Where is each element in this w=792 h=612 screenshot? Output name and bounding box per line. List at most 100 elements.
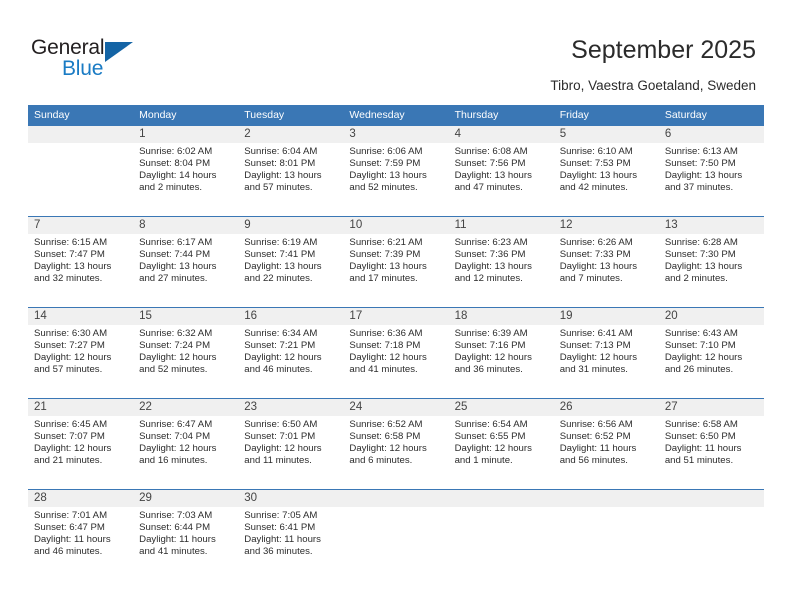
day-details: Sunrise: 6:19 AM Sunset: 7:41 PM Daylight:… xyxy=(238,234,343,285)
sunrise-time: Sunrise: 7:01 AM xyxy=(34,510,108,521)
day-details: Sunrise: 6:02 AM Sunset: 8:04 PM Daylight:… xyxy=(133,143,238,194)
daylight-duration-line2: and 26 minutes. xyxy=(664,364,734,376)
day-details: Sunrise: 6:56 AM Sunset: 6:52 PM Daylight:… xyxy=(554,416,659,467)
calendar-day-cell[interactable]: 4 Sunrise: 6:08 AM Sunset: 7:56 PM Daylight… xyxy=(448,126,554,217)
sunrise-time: Sunrise: 6:13 AM xyxy=(664,146,738,157)
calendar-day-cell[interactable]: 9 Sunrise: 6:19 AM Sunset: 7:41 PM Daylight… xyxy=(238,216,344,308)
day-cell-empty xyxy=(658,490,764,578)
daylight-duration-line1: Daylight: 13 hours xyxy=(244,170,322,182)
calendar-day-cell[interactable]: 11 Sunrise: 6:23 AM Sunset: 7:36 PM Dayligh… xyxy=(448,216,554,308)
weekday-header-monday: Monday xyxy=(133,105,239,126)
generalblue-logo[interactable]: General Blue xyxy=(31,36,151,82)
sunset-time: Sunset: 7:53 PM xyxy=(559,158,631,170)
calendar-day-cell[interactable]: 8 Sunrise: 6:17 AM Sunset: 7:44 PM Daylight… xyxy=(133,216,239,308)
day-details: Sunrise: 6:47 AM Sunset: 7:04 PM Daylight:… xyxy=(133,416,238,467)
calendar-day-cell[interactable]: 14 Sunrise: 6:30 AM Sunset: 7:27 PM Dayligh… xyxy=(28,307,134,399)
day-cell: 15 Sunrise: 6:32 AM Sunset: 7:24 PM Dayligh… xyxy=(133,308,239,396)
calendar-day-cell[interactable]: 13 Sunrise: 6:28 AM Sunset: 7:30 PM Dayligh… xyxy=(658,216,764,308)
calendar-day-cell[interactable]: 24 Sunrise: 6:52 AM Sunset: 6:58 PM Dayligh… xyxy=(343,398,449,490)
weekday-header-saturday: Saturday xyxy=(658,105,764,126)
day-number: 10 xyxy=(343,217,449,234)
calendar-day-cell[interactable]: 1 Sunrise: 6:02 AM Sunset: 8:04 PM Daylight… xyxy=(133,126,239,217)
calendar-day-cell[interactable]: 23 Sunrise: 6:50 AM Sunset: 7:01 PM Dayligh… xyxy=(238,398,344,490)
sunrise-time: Sunrise: 6:32 AM xyxy=(139,328,213,339)
sunset-time: Sunset: 7:36 PM xyxy=(454,249,526,261)
calendar-day-cell[interactable]: 27 Sunrise: 6:58 AM Sunset: 6:50 PM Dayligh… xyxy=(658,398,764,490)
sunset-time: Sunset: 7:01 PM xyxy=(244,431,316,443)
calendar-day-cell[interactable]: 18 Sunrise: 6:39 AM Sunset: 7:16 PM Dayligh… xyxy=(448,307,554,399)
calendar-day-cell[interactable]: 5 Sunrise: 6:10 AM Sunset: 7:53 PM Daylight… xyxy=(553,126,659,217)
sunrise-time: Sunrise: 6:17 AM xyxy=(139,237,213,248)
logo-text-blue: Blue xyxy=(62,57,104,80)
daylight-duration-line2: and 41 minutes. xyxy=(139,546,208,558)
calendar-day-cell[interactable]: 6 Sunrise: 6:13 AM Sunset: 7:50 PM Daylight… xyxy=(658,126,764,217)
sunrise-time: Sunrise: 6:10 AM xyxy=(559,146,633,157)
calendar-day-cell[interactable]: 21 Sunrise: 6:45 AM Sunset: 7:07 PM Dayligh… xyxy=(28,398,134,490)
calendar-day-cell[interactable]: 28 Sunrise: 7:01 AM Sunset: 6:47 PM Dayligh… xyxy=(28,489,134,580)
day-cell-empty xyxy=(448,490,554,578)
weekday-header-friday: Friday xyxy=(553,105,659,126)
calendar-day-cell[interactable]: 17 Sunrise: 6:36 AM Sunset: 7:18 PM Dayligh… xyxy=(343,307,449,399)
calendar-day-cell[interactable]: 3 Sunrise: 6:06 AM Sunset: 7:59 PM Daylight… xyxy=(343,126,449,217)
calendar-day-cell[interactable] xyxy=(553,489,659,580)
daylight-duration-line1: Daylight: 12 hours xyxy=(559,352,638,364)
calendar-day-cell[interactable]: 25 Sunrise: 6:54 AM Sunset: 6:55 PM Dayligh… xyxy=(448,398,554,490)
calendar-day-cell[interactable] xyxy=(28,126,134,217)
calendar-week-row: 21 Sunrise: 6:45 AM Sunset: 7:07 PM Dayligh… xyxy=(28,398,764,490)
daylight-duration-line2: and 16 minutes. xyxy=(139,455,208,467)
daylight-duration-line2: and 31 minutes. xyxy=(559,364,628,376)
calendar-header-row: Sunday Monday Tuesday Wednesday Thursday… xyxy=(28,105,764,126)
calendar-day-cell[interactable] xyxy=(448,489,554,580)
sunrise-time: Sunrise: 6:02 AM xyxy=(139,146,213,157)
calendar-day-cell[interactable]: 2 Sunrise: 6:04 AM Sunset: 8:01 PM Daylight… xyxy=(238,126,344,217)
sunset-time: Sunset: 7:47 PM xyxy=(34,249,105,261)
calendar-day-cell[interactable]: 19 Sunrise: 6:41 AM Sunset: 7:13 PM Dayligh… xyxy=(553,307,659,399)
calendar-day-cell[interactable]: 15 Sunrise: 6:32 AM Sunset: 7:24 PM Dayligh… xyxy=(133,307,239,399)
day-number: 18 xyxy=(448,308,554,325)
daylight-duration-line2: and 36 minutes. xyxy=(454,364,523,376)
day-details: Sunrise: 7:03 AM Sunset: 6:44 PM Daylight:… xyxy=(133,507,238,558)
day-details: Sunrise: 6:34 AM Sunset: 7:21 PM Daylight:… xyxy=(238,325,343,376)
sunrise-time: Sunrise: 6:45 AM xyxy=(34,419,108,430)
sunset-time: Sunset: 7:39 PM xyxy=(349,249,421,261)
daylight-duration-line2: and 17 minutes. xyxy=(349,273,418,285)
daylight-duration-line2: and 46 minutes. xyxy=(34,546,103,558)
day-cell: 5 Sunrise: 6:10 AM Sunset: 7:53 PM Daylight… xyxy=(553,126,659,214)
calendar-day-cell[interactable]: 16 Sunrise: 6:34 AM Sunset: 7:21 PM Dayligh… xyxy=(238,307,344,399)
sunrise-time: Sunrise: 6:56 AM xyxy=(559,419,633,430)
calendar-day-cell[interactable]: 12 Sunrise: 6:26 AM Sunset: 7:33 PM Dayligh… xyxy=(553,216,659,308)
day-cell: 14 Sunrise: 6:30 AM Sunset: 7:27 PM Dayligh… xyxy=(28,308,134,396)
calendar-day-cell[interactable]: 22 Sunrise: 6:47 AM Sunset: 7:04 PM Dayligh… xyxy=(133,398,239,490)
calendar-day-cell[interactable]: 29 Sunrise: 7:03 AM Sunset: 6:44 PM Dayligh… xyxy=(133,489,239,580)
day-cell: 8 Sunrise: 6:17 AM Sunset: 7:44 PM Daylight… xyxy=(133,217,239,305)
calendar-day-cell[interactable]: 26 Sunrise: 6:56 AM Sunset: 6:52 PM Dayligh… xyxy=(553,398,659,490)
day-details: Sunrise: 6:13 AM Sunset: 7:50 PM Daylight:… xyxy=(659,143,764,194)
sunrise-sunset-calendar: Sunday Monday Tuesday Wednesday Thursday… xyxy=(28,105,764,580)
sunrise-time: Sunrise: 6:34 AM xyxy=(244,328,318,339)
day-cell: 30 Sunrise: 7:05 AM Sunset: 6:41 PM Dayligh… xyxy=(238,490,344,578)
sunset-time: Sunset: 7:33 PM xyxy=(559,249,631,261)
daylight-duration-line2: and 32 minutes. xyxy=(34,273,103,285)
sunset-time: Sunset: 7:50 PM xyxy=(664,158,736,170)
sunrise-time: Sunrise: 6:06 AM xyxy=(349,146,423,157)
calendar-day-cell[interactable] xyxy=(658,489,764,580)
daylight-duration-line1: Daylight: 13 hours xyxy=(559,170,638,182)
daylight-duration-line1: Daylight: 11 hours xyxy=(139,534,216,546)
calendar-body: 1 Sunrise: 6:02 AM Sunset: 8:04 PM Daylight… xyxy=(28,126,764,580)
day-cell: 6 Sunrise: 6:13 AM Sunset: 7:50 PM Daylight… xyxy=(658,126,764,214)
calendar-day-cell[interactable] xyxy=(343,489,449,580)
daylight-duration-line1: Daylight: 13 hours xyxy=(244,261,322,273)
calendar-day-cell[interactable]: 10 Sunrise: 6:21 AM Sunset: 7:39 PM Dayligh… xyxy=(343,216,449,308)
daylight-duration-line2: and 6 minutes. xyxy=(349,455,413,467)
calendar-day-cell[interactable]: 30 Sunrise: 7:05 AM Sunset: 6:41 PM Dayligh… xyxy=(238,489,344,580)
calendar-day-cell[interactable]: 7 Sunrise: 6:15 AM Sunset: 7:47 PM Daylight… xyxy=(28,216,134,308)
day-details: Sunrise: 6:15 AM Sunset: 7:47 PM Daylight:… xyxy=(28,234,133,285)
logo-triangle-icon xyxy=(105,42,133,62)
day-cell: 10 Sunrise: 6:21 AM Sunset: 7:39 PM Dayligh… xyxy=(343,217,449,305)
day-cell: 20 Sunrise: 6:43 AM Sunset: 7:10 PM Dayligh… xyxy=(658,308,764,396)
daylight-duration-line1: Daylight: 13 hours xyxy=(349,170,427,182)
day-cell: 4 Sunrise: 6:08 AM Sunset: 7:56 PM Daylight… xyxy=(448,126,554,214)
sunrise-time: Sunrise: 7:05 AM xyxy=(244,510,318,521)
sunset-time: Sunset: 7:56 PM xyxy=(454,158,526,170)
calendar-day-cell[interactable]: 20 Sunrise: 6:43 AM Sunset: 7:10 PM Dayligh… xyxy=(658,307,764,399)
